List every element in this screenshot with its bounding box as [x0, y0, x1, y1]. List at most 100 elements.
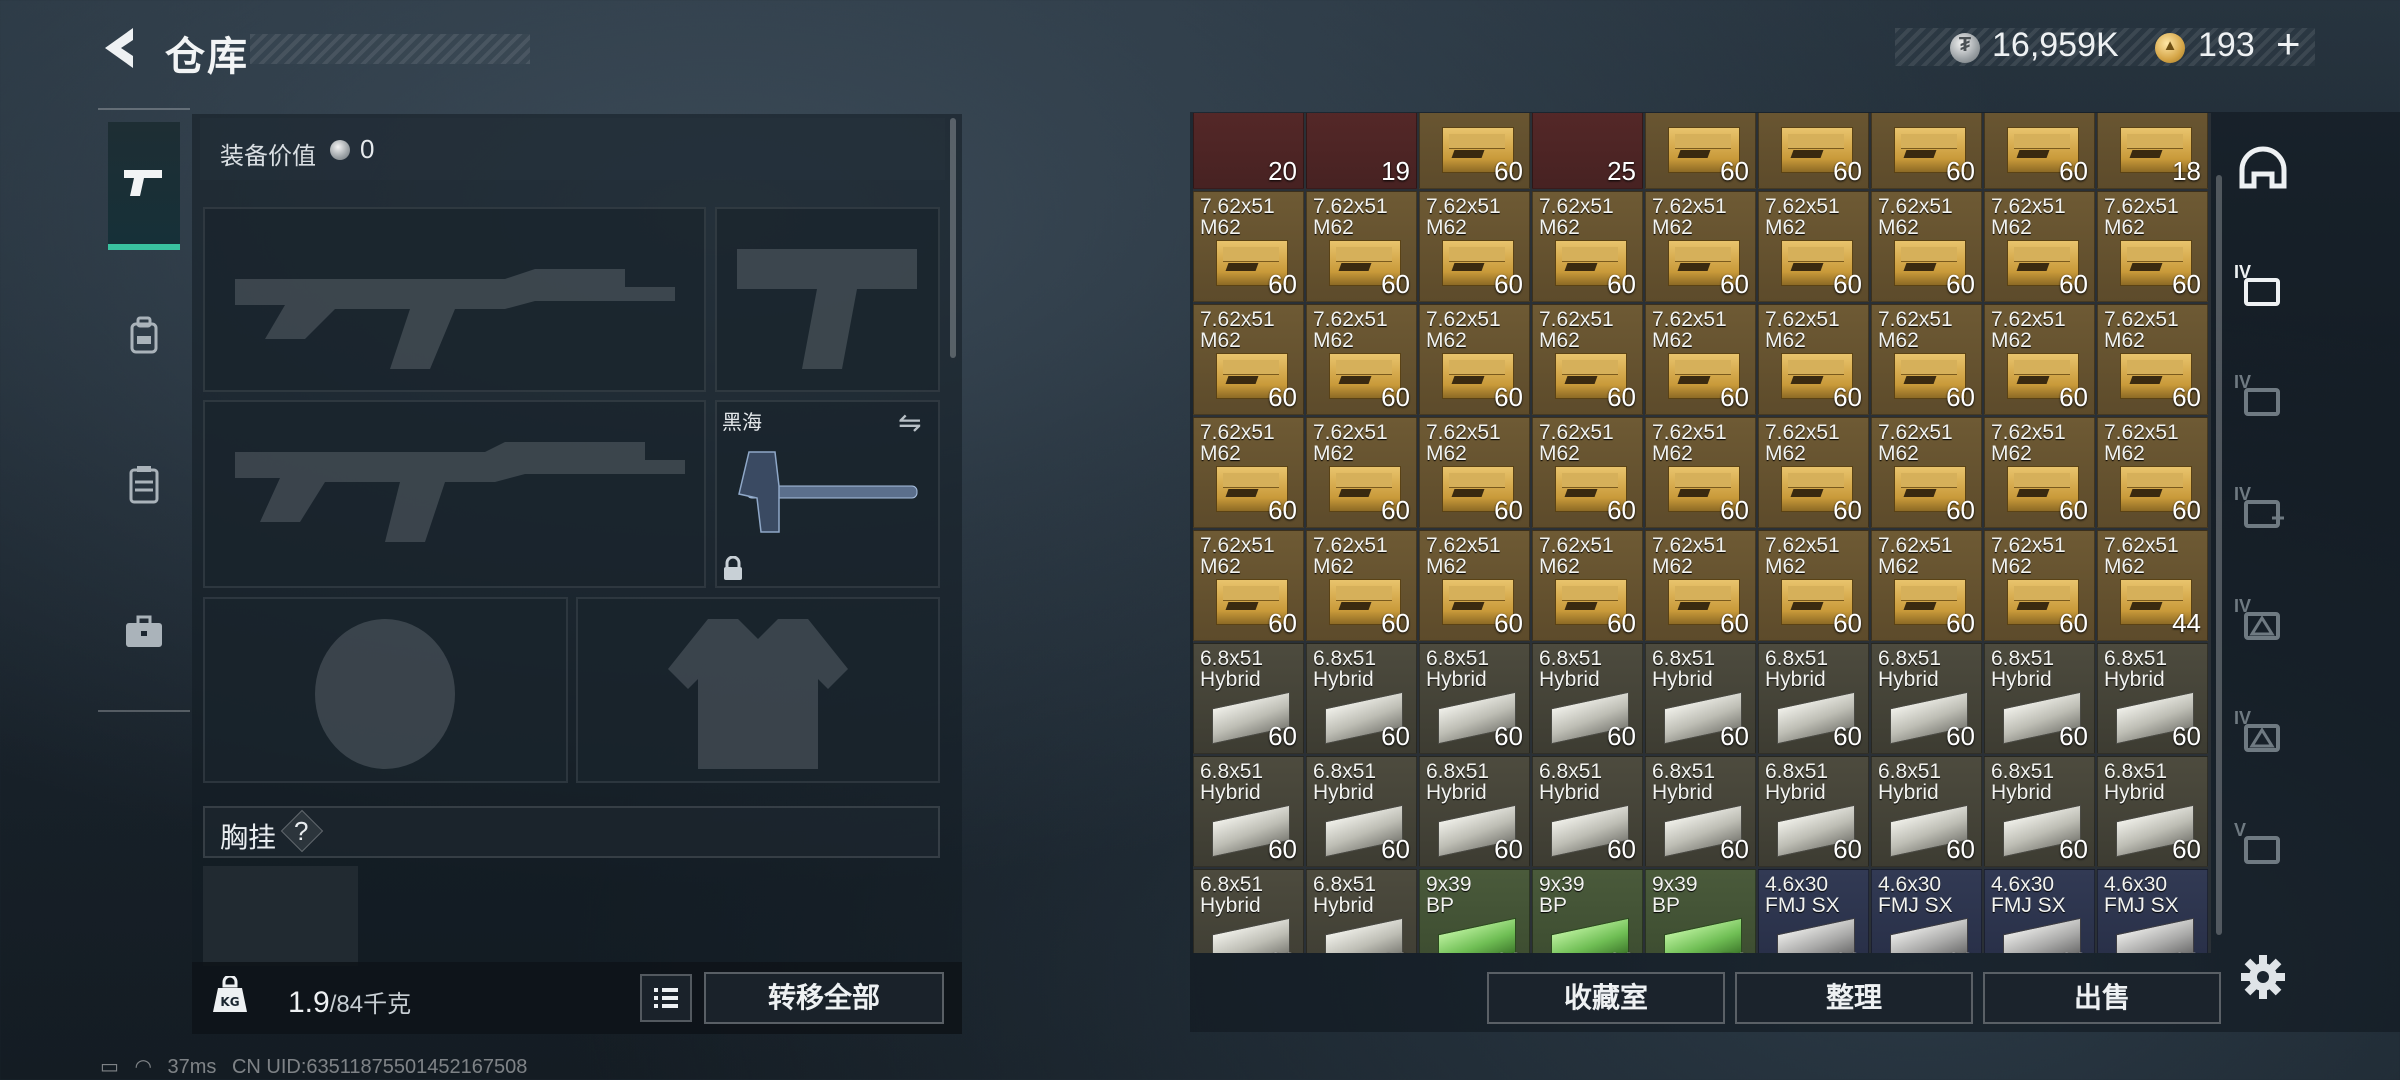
- inventory-item[interactable]: 4.6x30FMJ SX26: [2097, 869, 2208, 953]
- inventory-item[interactable]: 7.62x51 M62 60: [1306, 530, 1417, 641]
- transfer-all-button[interactable]: 转移全部: [704, 972, 944, 1024]
- inventory-item[interactable]: 6.8x51Hybrid60: [2097, 643, 2208, 754]
- inventory-item[interactable]: 7.62x51 M62 60: [1758, 530, 1869, 641]
- inventory-item[interactable]: 7.62x51 M62 60: [1758, 417, 1869, 528]
- inventory-item[interactable]: 6.8x51Hybrid60: [1871, 643, 1982, 754]
- inventory-item[interactable]: 6.8x51Hybrid60: [1758, 756, 1869, 867]
- swap-icon[interactable]: ⇋: [898, 406, 921, 439]
- inventory-item[interactable]: 7.62x51 M62 60: [1645, 530, 1756, 641]
- inventory-item[interactable]: 7.62x51 M62 60: [1645, 304, 1756, 415]
- inventory-item[interactable]: 7.62x51 M62 44: [2097, 530, 2208, 641]
- inventory-item[interactable]: 6.8x51Hybrid18: [1306, 869, 1417, 953]
- inventory-item[interactable]: 6.8x51Hybrid60: [1306, 643, 1417, 754]
- tier-4-folder-icon[interactable]: IV: [2232, 256, 2294, 318]
- inventory-item[interactable]: 6.8x51Hybrid60: [1984, 756, 2095, 867]
- inventory-item[interactable]: 7.62x51 M62 60: [1306, 191, 1417, 302]
- inventory-item[interactable]: 7.62x51 M62 60: [1645, 191, 1756, 302]
- inventory-item[interactable]: 7.62x51 M62 60: [2097, 304, 2208, 415]
- inventory-item[interactable]: 60: [1984, 113, 2095, 189]
- inventory-item[interactable]: 60: [1758, 113, 1869, 189]
- inventory-item[interactable]: 7.62x51 M62 60: [1306, 304, 1417, 415]
- add-gold-button[interactable]: +: [2276, 20, 2301, 68]
- inventory-item[interactable]: 7.62x51 M62 60: [1193, 530, 1304, 641]
- inventory-item[interactable]: 6.8x51Hybrid60: [1193, 869, 1304, 953]
- inventory-item[interactable]: 7.62x51 M62 60: [1306, 417, 1417, 528]
- inventory-item[interactable]: 7.62x51 M62 60: [1871, 417, 1982, 528]
- inventory-item[interactable]: 7.62x51 M62 60: [1984, 417, 2095, 528]
- inventory-item[interactable]: 7.62x51 M62 60: [1984, 530, 2095, 641]
- tab-backpack[interactable]: [108, 272, 180, 400]
- inventory-item[interactable]: 7.62x51 M62 60: [1532, 530, 1643, 641]
- inventory-item[interactable]: 6.8x51Hybrid60: [1419, 756, 1530, 867]
- back-button[interactable]: [95, 22, 145, 74]
- inventory-item[interactable]: 4.6x30FMJ SX60: [1871, 869, 1982, 953]
- inventory-item[interactable]: 6.8x51Hybrid60: [1306, 756, 1417, 867]
- inventory-item[interactable]: 6.8x51Hybrid60: [1984, 643, 2095, 754]
- inventory-item[interactable]: 7.62x51 M62 60: [1419, 530, 1530, 641]
- inventory-item[interactable]: 7.62x51 M62 60: [1871, 530, 1982, 641]
- inventory-item[interactable]: 19: [1306, 113, 1417, 189]
- inventory-item[interactable]: 6.8x51Hybrid60: [1532, 643, 1643, 754]
- tier-5-icon[interactable]: V: [2232, 814, 2294, 876]
- primary-weapon-slot-2[interactable]: [203, 400, 706, 588]
- inventory-item[interactable]: 60: [1419, 113, 1530, 189]
- inventory-item[interactable]: 7.62x51 M62 60: [1758, 304, 1869, 415]
- primary-weapon-slot-1[interactable]: [203, 207, 706, 392]
- inventory-item[interactable]: 6.8x51Hybrid60: [1532, 756, 1643, 867]
- inventory-item[interactable]: 7.62x51 M62 60: [2097, 191, 2208, 302]
- inventory-item[interactable]: 7.62x51 M62 60: [1532, 191, 1643, 302]
- tier-4-folder-dim-icon[interactable]: IV: [2232, 366, 2294, 428]
- tab-chest-rig[interactable]: [108, 420, 180, 548]
- inventory-item[interactable]: 6.8x51Hybrid60: [1645, 643, 1756, 754]
- inventory-item[interactable]: 7.62x51 M62 60: [1758, 191, 1869, 302]
- inventory-item[interactable]: 7.62x51 M62 60: [1984, 304, 2095, 415]
- inventory-item[interactable]: 4.6x30FMJ SX60: [1984, 869, 2095, 953]
- inventory-item[interactable]: 25: [1532, 113, 1643, 189]
- chest-rig-slot[interactable]: [203, 866, 358, 966]
- organize-button[interactable]: 整理: [1735, 972, 1973, 1024]
- inventory-item[interactable]: 18: [2097, 113, 2208, 189]
- inventory-item[interactable]: 7.62x51 M62 60: [1419, 417, 1530, 528]
- tier-4-triangle-icon[interactable]: IV: [2232, 702, 2294, 764]
- inventory-item[interactable]: 9x39BP60: [1532, 869, 1643, 953]
- inventory-item[interactable]: 6.8x51Hybrid60: [1193, 643, 1304, 754]
- tab-weapons[interactable]: [108, 122, 180, 250]
- inventory-item[interactable]: 20: [1193, 113, 1304, 189]
- pistol-slot[interactable]: [715, 207, 940, 392]
- inventory-item[interactable]: 4.6x30FMJ SX60: [1758, 869, 1869, 953]
- inventory-item[interactable]: 7.62x51 M62 60: [1419, 304, 1530, 415]
- inventory-item[interactable]: 7.62x51 M62 60: [1645, 417, 1756, 528]
- inventory-item[interactable]: 7.62x51 M62 60: [1193, 304, 1304, 415]
- helmet-category-icon[interactable]: [2232, 140, 2294, 202]
- inventory-item[interactable]: 9x39BP60: [1419, 869, 1530, 953]
- inventory-item[interactable]: 6.8x51Hybrid60: [1871, 756, 1982, 867]
- inventory-item[interactable]: 7.62x51 M62 60: [1532, 304, 1643, 415]
- inventory-item[interactable]: 7.62x51 M62 60: [1871, 191, 1982, 302]
- inventory-item[interactable]: 60: [1871, 113, 1982, 189]
- tier-4-warning-icon[interactable]: IV: [2232, 590, 2294, 652]
- inventory-item[interactable]: 7.62x51 M62 60: [1193, 191, 1304, 302]
- inventory-item[interactable]: 6.8x51Hybrid60: [1419, 643, 1530, 754]
- inventory-item[interactable]: 6.8x51Hybrid60: [2097, 756, 2208, 867]
- inventory-scrollbar[interactable]: [2216, 175, 2222, 935]
- inventory-item[interactable]: 6.8x51Hybrid60: [1758, 643, 1869, 754]
- inventory-item[interactable]: 7.62x51 M62 60: [1419, 191, 1530, 302]
- inventory-item[interactable]: 7.62x51 M62 60: [1532, 417, 1643, 528]
- inventory-item[interactable]: 60: [1645, 113, 1756, 189]
- inventory-item[interactable]: 6.8x51Hybrid60: [1645, 756, 1756, 867]
- equipment-scrollbar[interactable]: [950, 118, 956, 358]
- tab-secure-case[interactable]: [108, 568, 180, 696]
- helmet-slot[interactable]: [203, 597, 568, 783]
- list-view-button[interactable]: [640, 974, 692, 1022]
- inventory-item[interactable]: 7.62x51 M62 60: [1193, 417, 1304, 528]
- collection-room-button[interactable]: 收藏室: [1487, 972, 1725, 1024]
- inventory-item[interactable]: 9x39BP50: [1645, 869, 1756, 953]
- inventory-item[interactable]: 7.62x51 M62 60: [1984, 191, 2095, 302]
- armor-slot[interactable]: [576, 597, 940, 783]
- inventory-item[interactable]: 6.8x51Hybrid60: [1193, 756, 1304, 867]
- inventory-item[interactable]: 7.62x51 M62 60: [2097, 417, 2208, 528]
- sell-button[interactable]: 出售: [1983, 972, 2221, 1024]
- inventory-item[interactable]: 7.62x51 M62 60: [1871, 304, 1982, 415]
- settings-button[interactable]: [2238, 952, 2288, 1002]
- tier-4-add-icon[interactable]: IV: [2232, 478, 2294, 540]
